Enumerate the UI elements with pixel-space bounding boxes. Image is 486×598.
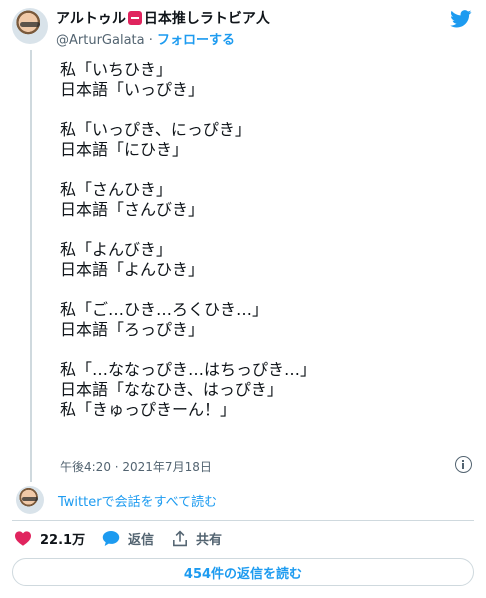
tweet-line: 私「きゅっぴきーん！」 [60, 400, 237, 419]
tweet-line: 日本語「さんびき」 [60, 200, 205, 219]
tweet-line: 私「いちひき」 [60, 60, 173, 79]
author-name[interactable]: アルトゥル 日本推しラトビア人 [56, 8, 270, 28]
action-bar: 22.1万 返信 共有 [0, 527, 486, 549]
tweet-line: 私「よんびき」 [60, 240, 173, 259]
tweet-line: 日本語「ななひき、はっぴき」 [60, 380, 283, 399]
read-replies-button[interactable]: 454件の返信を読む [12, 558, 474, 586]
tweet-text: 私「いちひき」 日本語「いっぴき」私「いっぴき、にっぴき」 日本語「にひき」 私「さん… [60, 60, 470, 420]
share-button[interactable]: 共有 [172, 527, 222, 549]
tweet-line: 私「さんひき」 [60, 180, 173, 199]
handle-row: @ArturGalata · フォローする [56, 29, 235, 48]
author-name-suffix: 日本推しラトビア人 [143, 11, 270, 27]
tweet-line: 日本語「いっぴき」 [60, 80, 205, 99]
author-handle[interactable]: @ArturGalata [56, 33, 145, 48]
separator: · [148, 33, 153, 48]
reply-label: 返信 [128, 532, 155, 548]
tweet-line: 私「いっぴき、にっぴき」 [60, 120, 251, 139]
share-label: 共有 [196, 532, 223, 548]
like-button[interactable]: 22.1万 [14, 527, 85, 549]
follow-button[interactable]: フォローする [157, 33, 235, 48]
conversation-row[interactable]: Twitterで会話をすべて読む [0, 482, 486, 516]
tweet-header: アルトゥル 日本推しラトビア人 @ArturGalata · フォローする [0, 0, 486, 50]
twitter-bird-icon[interactable] [450, 10, 472, 28]
share-icon [173, 529, 187, 546]
author-name-prefix: アルトゥル [56, 11, 126, 27]
heart-icon [15, 531, 31, 546]
like-count: 22.1万 [40, 532, 86, 548]
info-icon[interactable] [455, 456, 472, 473]
tweet-line: 日本語「にひき」 [60, 140, 189, 159]
no-entry-emoji-icon [127, 11, 142, 25]
divider [12, 520, 474, 521]
reply-button[interactable]: 返信 [102, 527, 154, 549]
read-conversation-link[interactable]: Twitterで会話をすべて読む [58, 491, 217, 510]
avatar-small [16, 486, 44, 514]
reply-bubble-icon [102, 530, 120, 546]
tweet-line: 私「ご…ひき…ろくひき…」 [60, 300, 269, 319]
thread-line [30, 50, 32, 482]
tweet-line: 私「…ななっぴき…はちっぴき…」 [60, 360, 317, 379]
timestamp[interactable]: 午後4:20 · 2021年7月18日 [60, 458, 212, 475]
tweet-line: 日本語「ろっぴき」 [60, 320, 205, 339]
avatar[interactable] [12, 8, 48, 44]
tweet-line: 日本語「よんひき」 [60, 260, 205, 279]
